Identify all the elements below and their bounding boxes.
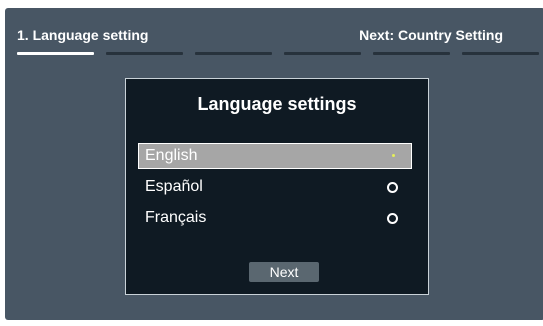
setup-screen: 1. Language setting Next: Country Settin…	[5, 8, 543, 320]
progress-segment-3	[195, 52, 272, 55]
radio-unselected-icon	[387, 182, 398, 193]
progress-segment-1	[17, 52, 94, 55]
radio-selected-icon	[392, 154, 395, 157]
radio-unselected-icon	[387, 213, 398, 224]
progress-segment-4	[284, 52, 361, 55]
language-option-francais[interactable]: Français	[138, 205, 412, 231]
next-button[interactable]: Next	[249, 262, 319, 282]
language-option-label: Español	[145, 178, 203, 195]
language-option-english[interactable]: English	[138, 143, 412, 169]
language-option-label: English	[145, 147, 198, 164]
language-settings-dialog: Language settings English Español França…	[125, 78, 429, 295]
language-option-label: Français	[145, 209, 207, 226]
progress-segment-2	[106, 52, 183, 55]
progress-segment-5	[373, 52, 450, 55]
language-option-espanol[interactable]: Español	[138, 174, 412, 200]
progress-segment-6	[462, 52, 539, 55]
dialog-title: Language settings	[197, 94, 357, 114]
